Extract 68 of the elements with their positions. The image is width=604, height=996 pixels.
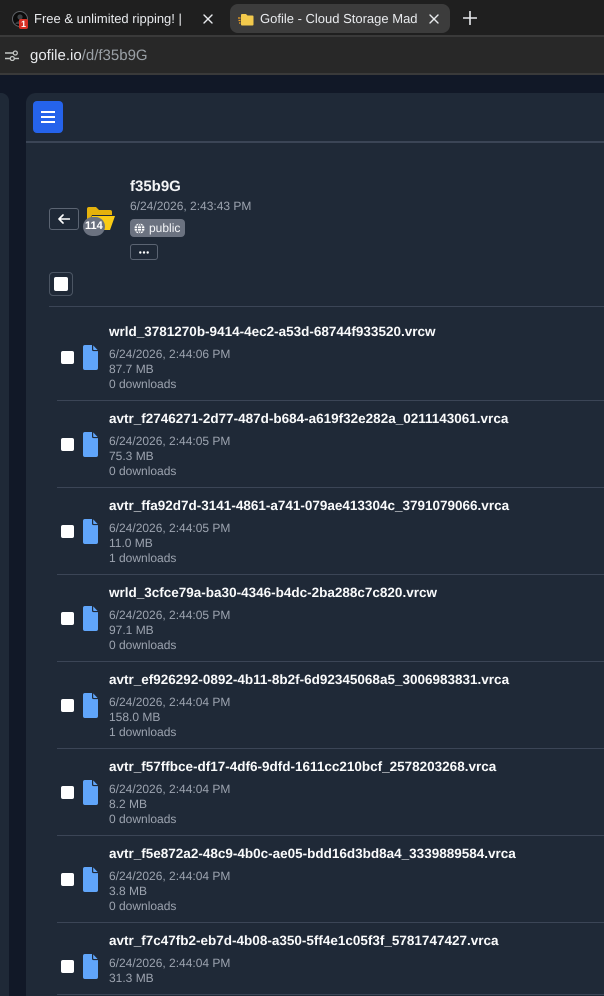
file-name[interactable]: avtr_f7c47fb2-eb7d-4b08-a350-5ff4e1c05f3f_5781747427.vrca — [109, 932, 499, 950]
file-date: 6/24/2026, 2:44:06 PM — [109, 347, 232, 362]
arrow-left-icon — [58, 214, 70, 224]
file-name[interactable]: avtr_ffa92d7d-3141-4861-a741-079ae413304c_3791079066.vrca — [109, 497, 510, 515]
address-field[interactable]: gofile.io/d/f35b9G — [30, 46, 148, 64]
file-icon — [83, 519, 98, 544]
file-size: 31.3 MB — [109, 971, 155, 986]
browser-tab[interactable]: Gofile - Cloud Storage Mad — [230, 4, 450, 33]
file-checkbox[interactable] — [61, 786, 74, 799]
file-date: 6/24/2026, 2:44:05 PM — [109, 608, 232, 623]
download-count: 1 downloads — [109, 551, 178, 566]
file-name[interactable]: avtr_f2746271-2d77-487d-b684-a619f32e282a_0211143061.vrca — [109, 410, 508, 428]
back-button[interactable] — [49, 208, 79, 230]
menu-button[interactable] — [33, 101, 63, 133]
file-date: 6/24/2026, 2:44:04 PM — [109, 695, 232, 710]
file-date: 6/24/2026, 2:44:04 PM — [109, 869, 232, 884]
file-icon — [83, 606, 98, 631]
download-count: 1 downloads — [109, 725, 178, 740]
file-icon — [83, 954, 98, 979]
file-date: 6/24/2026, 2:44:04 PM — [109, 782, 232, 797]
more-button[interactable] — [130, 244, 158, 260]
file-icon — [83, 780, 98, 805]
file-size: 97.1 MB — [109, 623, 155, 638]
sliders-icon[interactable] — [5, 50, 19, 60]
file-checkbox[interactable] — [61, 438, 74, 451]
file-date: 6/24/2026, 2:44:04 PM — [109, 956, 232, 971]
file-checkbox[interactable] — [61, 873, 74, 886]
file-icon — [83, 345, 98, 370]
close-icon — [429, 14, 439, 24]
download-count: 0 downloads — [109, 464, 178, 479]
file-icon — [83, 432, 98, 457]
download-count: 0 downloads — [109, 377, 178, 392]
file-checkbox[interactable] — [61, 960, 74, 973]
more-icon — [139, 250, 149, 254]
select-all-checkbox[interactable] — [49, 272, 73, 296]
file-size: 8.2 MB — [109, 797, 148, 812]
file-name[interactable]: avtr_ef926292-0892-4b11-8b2f-6d92345068a5_3006983831.vrca — [109, 671, 510, 689]
close-icon — [203, 14, 213, 24]
visibility-label: public — [149, 220, 180, 237]
file-date: 6/24/2026, 2:44:05 PM — [109, 521, 232, 536]
file-size: 87.7 MB — [109, 362, 155, 377]
item-count-badge: 114 — [83, 217, 105, 236]
file-size: 11.0 MB — [109, 536, 154, 551]
created-date: 6/24/2026, 2:43:43 PM — [130, 198, 252, 214]
file-size: 75.3 MB — [109, 449, 155, 464]
file-checkbox[interactable] — [61, 699, 74, 712]
file-checkbox[interactable] — [61, 525, 74, 538]
file-size: 3.8 MB — [109, 884, 148, 899]
new-tab-button[interactable] — [462, 10, 478, 26]
folder-name: f35b9G — [130, 177, 181, 197]
globe-icon — [134, 222, 145, 234]
file-name[interactable]: avtr_f5e872a2-48c9-4b0c-ae05-bdd16d3bd8a4_3339889584.vrca — [109, 845, 516, 863]
file-icon — [83, 867, 98, 892]
download-count: 0 downloads — [109, 899, 178, 914]
file-icon — [83, 693, 98, 718]
file-name[interactable]: wrld_3781270b-9414-4ec2-a53d-68744f933520.vrcw — [109, 323, 436, 341]
browser-tab[interactable]: 1 Free & unlimited ripping! | — [4, 4, 224, 33]
download-count: 0 downloads — [109, 812, 178, 827]
file-date: 6/24/2026, 2:44:05 PM — [109, 434, 232, 449]
plus-icon — [463, 10, 477, 24]
download-count: 0 downloads — [109, 638, 178, 653]
file-name[interactable]: wrld_3cfce79a-ba30-4346-b4dc-2ba288c7c820.vrcw — [109, 584, 437, 602]
file-checkbox[interactable] — [61, 612, 74, 625]
file-checkbox[interactable] — [61, 351, 74, 364]
notification-badge: 1 — [19, 18, 28, 28]
file-name[interactable]: avtr_f57ffbce-df17-4df6-9dfd-1611cc210bcf_2578203268.vrca — [109, 758, 496, 776]
menu-icon — [41, 111, 55, 123]
file-size: 158.0 MB — [109, 710, 162, 725]
